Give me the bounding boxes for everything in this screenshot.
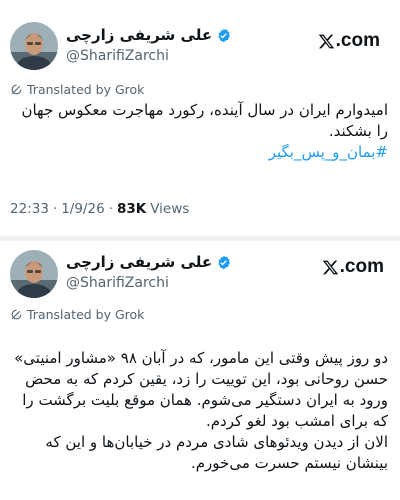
x-logo: .com: [322, 256, 384, 278]
views-count: 83K: [116, 201, 147, 217]
grok-icon: [11, 309, 22, 320]
tweet-text: دو روز پیش وقتی این مامور، که در آبان ۹۸…: [14, 349, 388, 472]
tweet-card-1: علی شریفی زارچی @SharifiZarchi .com Tran…: [0, 0, 400, 236]
verified-badge-icon: [218, 28, 231, 42]
translated-text: Translated by Grok: [27, 82, 145, 97]
tweet-body: امیدوارم ایران در سال آینده، رکورد مهاجر…: [12, 100, 388, 163]
grok-icon: [11, 84, 22, 95]
avatar[interactable]: [10, 22, 58, 70]
translated-label[interactable]: Translated by Grok: [10, 307, 144, 322]
brand-suffix: .com: [335, 30, 380, 51]
views-label: Views: [150, 201, 190, 217]
author-handle[interactable]: @SharifiZarchi: [66, 48, 169, 64]
tweet-card-2: علی شریفی زارچی @SharifiZarchi .com Tran…: [0, 241, 400, 500]
x-brand-icon: [322, 260, 338, 274]
verified-badge-icon: [218, 255, 231, 269]
tweet-time[interactable]: 22:33: [10, 201, 49, 217]
tweet-text: امیدوارم ایران در سال آینده، رکورد مهاجر…: [21, 101, 388, 140]
x-brand-icon: [318, 34, 334, 48]
hashtag-link[interactable]: #بمان_و_پس_بگیر: [12, 142, 388, 163]
translated-label[interactable]: Translated by Grok: [10, 82, 144, 97]
author-name[interactable]: علی شریفی زارچی: [66, 253, 212, 271]
author-handle[interactable]: @SharifiZarchi: [66, 275, 169, 291]
tweet-meta: 22:33 · 1/9/26 · 83K Views: [10, 201, 190, 217]
x-logo: .com: [318, 30, 380, 52]
translated-text: Translated by Grok: [27, 307, 145, 322]
brand-suffix: .com: [339, 256, 384, 277]
tweet-body: دو روز پیش وقتی این مامور، که در آبان ۹۸…: [12, 327, 388, 474]
author-name-row[interactable]: علی شریفی زارچی: [66, 26, 231, 44]
author-name[interactable]: علی شریفی زارچی: [66, 26, 212, 44]
avatar[interactable]: [10, 250, 58, 298]
author-name-row[interactable]: علی شریفی زارچی: [66, 253, 231, 271]
tweet-date[interactable]: 1/9/26: [61, 201, 104, 217]
